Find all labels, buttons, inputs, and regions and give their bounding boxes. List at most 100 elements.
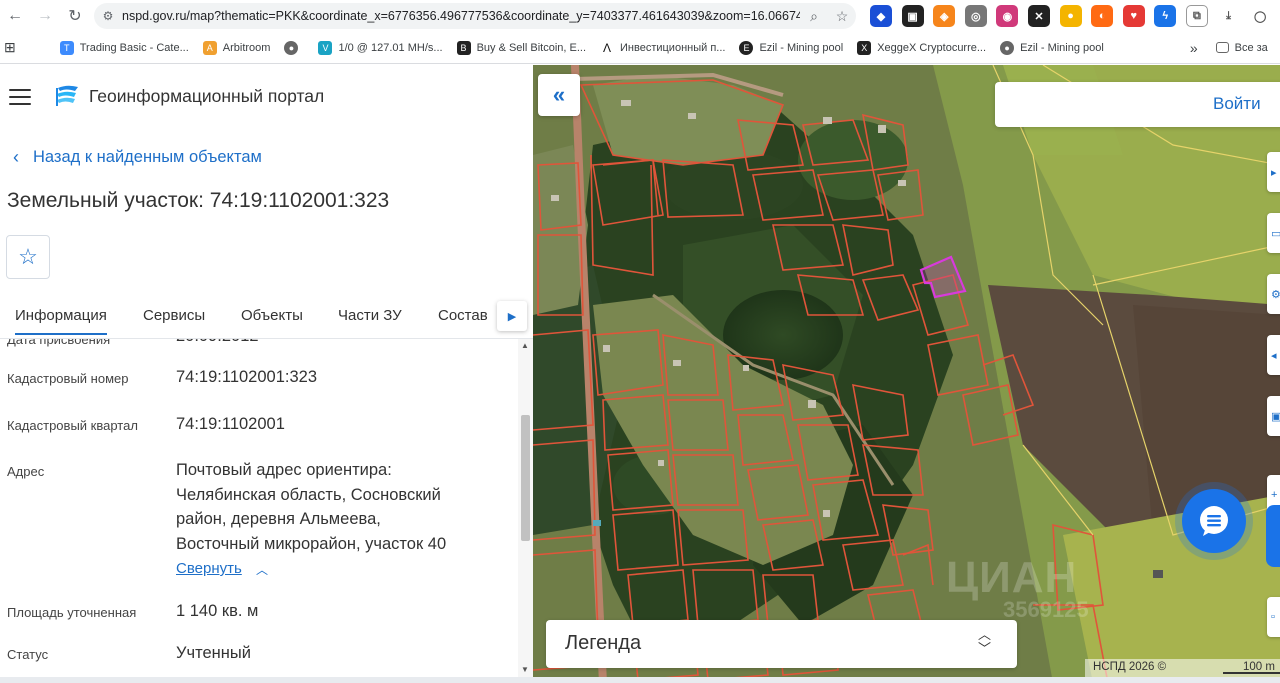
map-attribution: НСПД 2026 © 100 m <box>1085 659 1280 677</box>
info-scrollbar[interactable]: ▲ ▼ <box>518 339 533 677</box>
double-chevron-left-icon: « <box>552 82 566 107</box>
chevron-left-icon: ‹ <box>13 147 19 167</box>
address-line: Восточный микрорайон, участок 40 <box>176 534 447 553</box>
field-label: Статус <box>7 647 49 662</box>
scrollbar-thumb[interactable] <box>521 415 530 541</box>
bookmark-item[interactable]: E Ezil - Mining pool <box>739 40 843 55</box>
globe-icon: ● <box>284 40 299 55</box>
globe-icon: ● <box>1000 40 1015 55</box>
favorite-button[interactable]: ☆ <box>6 235 50 279</box>
tab-objects[interactable]: Объекты <box>241 307 303 324</box>
bookmark-star-icon[interactable]: ☆ <box>828 8 856 25</box>
bookmark-favicon-icon: B <box>456 40 471 55</box>
tab-bar: Информация Сервисы Объекты Части ЗУ Сост… <box>0 297 533 339</box>
field-label: Площадь уточненная <box>7 605 137 620</box>
tool-icon: ▭ <box>1271 227 1280 240</box>
map-view[interactable]: ЦИАН 3569125 « Войти → ▸ ▭ ⚙ ◂ ▣ + ▫ Лег… <box>533 65 1280 683</box>
map-tool-button[interactable]: ⚙ <box>1267 274 1280 314</box>
reload-icon[interactable]: ↻ <box>60 0 90 32</box>
legend-title: Легенда <box>565 632 642 654</box>
collapse-link[interactable]: Свернуть <box>176 560 242 577</box>
bookmark-favicon-icon: X <box>857 40 872 55</box>
extension-icon[interactable]: ◎ <box>964 5 987 27</box>
back-link-label: Назад к найденным объектам <box>33 148 262 166</box>
bookmark-item[interactable]: ● Ezil - Mining pool <box>1000 40 1104 55</box>
site-settings-icon[interactable]: ⚙ <box>94 9 122 23</box>
tabs-next-button[interactable]: ▶ <box>497 301 527 331</box>
side-chat-tab[interactable] <box>1266 505 1280 567</box>
portal-logo-icon <box>56 85 78 106</box>
extension-icon[interactable]: ◉ <box>996 5 1019 27</box>
tool-icon: ▣ <box>1271 410 1280 423</box>
extension-icon[interactable]: ● <box>1059 5 1082 27</box>
map-tool-button[interactable]: ▸ <box>1267 152 1280 192</box>
lightning-icon[interactable]: ϟ <box>1154 5 1177 27</box>
star-icon: ☆ <box>18 244 38 269</box>
login-label: Войти <box>1213 94 1261 113</box>
address-line: Почтовый адрес ориентира: <box>176 461 392 479</box>
download-icon[interactable]: ⤓ <box>1217 5 1240 27</box>
field-value: 20.09.2012 <box>176 339 259 349</box>
address-line: Челябинская область, Сосновский <box>176 485 441 504</box>
field-label: Кадастровый номер <box>7 371 129 386</box>
address-bar[interactable]: ⚙ nspd.gov.ru/map?thematic=PKK&coordinat… <box>94 3 856 29</box>
info-panel: Геоинформационный портал ‹ Назад к найде… <box>0 65 533 683</box>
info-content: Дата присвоения 20.09.2012 Кадастровый н… <box>0 339 518 683</box>
tab-parts[interactable]: Части ЗУ <box>338 307 402 324</box>
collapse-panel-button[interactable]: « <box>538 74 580 116</box>
scroll-down-icon[interactable]: ▼ <box>521 665 529 674</box>
map-tool-button[interactable]: ▣ <box>1267 396 1280 436</box>
profile-icon[interactable]: ◯ <box>1249 5 1272 27</box>
map-tool-button[interactable]: ◂ <box>1267 335 1280 375</box>
extension-icon[interactable]: ▣ <box>901 5 924 27</box>
scroll-up-icon[interactable]: ▲ <box>521 341 529 350</box>
metamask-icon[interactable]: ◈ <box>933 5 956 27</box>
cadastral-quarter-value[interactable]: 74:19:1102001 <box>176 412 285 437</box>
bookmark-favicon-icon: A <box>202 40 217 55</box>
url-text[interactable]: nspd.gov.ru/map?thematic=PKK&coordinate_… <box>122 9 800 23</box>
shield-extension-icon[interactable]: ◆ <box>870 5 892 27</box>
bookmark-item[interactable]: V 1/0 @ 127.01 MH/s... <box>318 40 443 55</box>
field-label: Адрес <box>7 464 45 479</box>
map-tool-button[interactable]: ▫ <box>1267 597 1280 637</box>
extension-icon[interactable]: ✕ <box>1027 5 1050 27</box>
bookmark-item[interactable]: Λ Инвестиционный п... <box>600 40 725 55</box>
tab-information[interactable]: Информация <box>15 307 107 335</box>
bookmark-item[interactable]: T Trading Basic - Cate... <box>59 40 189 55</box>
extension-icon[interactable]: ♥ <box>1122 5 1145 27</box>
login-button[interactable]: Войти → <box>995 82 1280 127</box>
apps-grid-icon[interactable]: ⊞ <box>4 39 16 56</box>
chat-button[interactable] <box>1182 489 1246 553</box>
extensions-row: ◆ ▣ ◈ ◎ ◉ ✕ ● ◐ ♥ ϟ ⧉ ⤓ ◯ <box>870 0 1280 32</box>
bookmark-favicon-icon: T <box>59 40 74 55</box>
tab-composition[interactable]: Состав <box>438 307 488 324</box>
bookmark-item[interactable]: ● <box>284 40 304 55</box>
expand-collapse-icon[interactable]: ︿ ﹀ <box>978 628 991 656</box>
tool-icon: ⚙ <box>1271 288 1280 301</box>
bookmark-item[interactable]: A Arbitroom <box>202 40 270 55</box>
address-line: район, деревня Альмеева, <box>176 510 381 528</box>
satellite-map[interactable] <box>533 65 1280 683</box>
tool-icon: + <box>1271 489 1278 501</box>
layers-icon: ▸ <box>1271 166 1277 179</box>
field-label: Кадастровый квартал <box>7 418 138 433</box>
zoom-icon[interactable]: ⌕ <box>800 8 828 25</box>
portal-title: Геоинформационный портал <box>89 86 325 106</box>
tool-icon: ▫ <box>1271 611 1275 623</box>
tab-services[interactable]: Сервисы <box>143 307 205 324</box>
bookmark-item[interactable]: X XeggeX Cryptocurre... <box>857 40 986 55</box>
address-value: Почтовый адрес ориентира: Челябинская об… <box>176 458 446 556</box>
object-title: Земельный участок: 74:19:1102001:323 <box>7 189 390 212</box>
chevron-up-icon[interactable]: ︿ <box>256 561 268 578</box>
more-bookmarks-icon[interactable]: » <box>1190 40 1198 56</box>
extension-icon[interactable]: ◐ <box>1091 5 1114 27</box>
back-to-results-link[interactable]: ‹ Назад к найденным объектам <box>13 147 262 168</box>
forward-arrow-icon[interactable]: → <box>30 0 60 32</box>
legend-panel[interactable]: Легенда ︿ ﹀ <box>546 620 1017 668</box>
back-arrow-icon[interactable]: ← <box>0 0 30 32</box>
menu-icon[interactable] <box>9 89 31 105</box>
map-tool-button[interactable]: ▭ <box>1267 213 1280 253</box>
bookmark-item[interactable]: B Buy & Sell Bitcoin, E... <box>456 40 586 55</box>
puzzle-icon[interactable]: ⧉ <box>1185 5 1208 27</box>
all-bookmarks-folder[interactable]: Все за <box>1215 42 1268 54</box>
